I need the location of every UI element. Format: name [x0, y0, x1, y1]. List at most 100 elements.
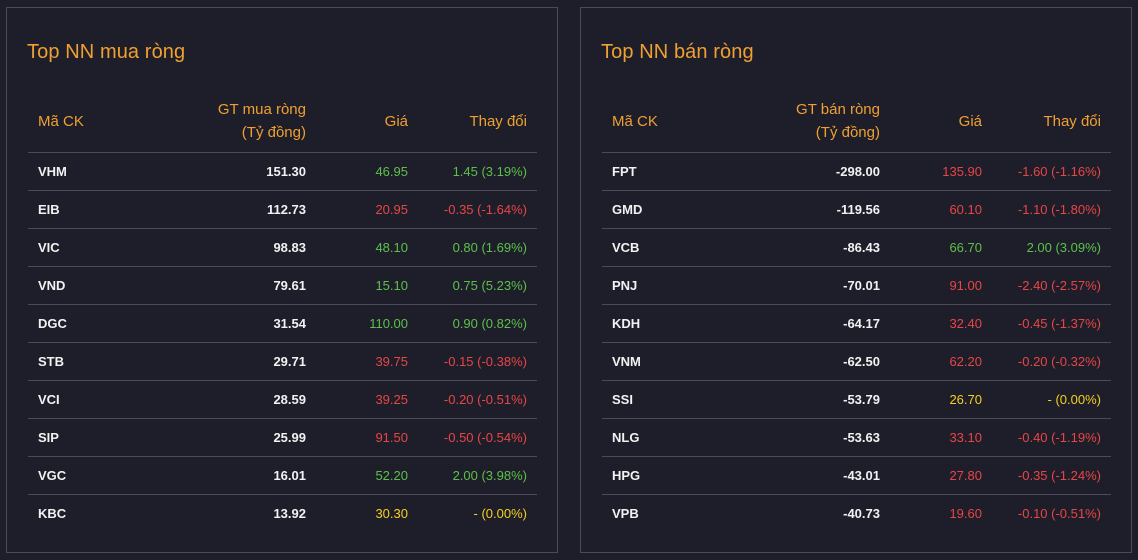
symbol-cell: GMD	[602, 190, 732, 229]
header-symbol: Mã CK	[28, 90, 158, 153]
table-row[interactable]: GMD -119.56 60.10 -1.10 (-1.80%)	[602, 190, 1111, 229]
table-row[interactable]: NLG -53.63 33.10 -0.40 (-1.19%)	[602, 418, 1111, 457]
header-price: Giá	[890, 90, 992, 153]
symbol-cell: VHM	[28, 152, 158, 191]
change-cell: -2.40 (-2.57%)	[992, 266, 1111, 305]
table-row[interactable]: KBC 13.92 30.30 - (0.00%)	[28, 495, 537, 533]
symbol-cell: STB	[28, 342, 158, 381]
price-cell: 48.10	[316, 228, 418, 267]
price-cell: 39.75	[316, 342, 418, 381]
price-cell: 66.70	[890, 228, 992, 267]
price-cell: 52.20	[316, 456, 418, 495]
price-cell: 110.00	[316, 304, 418, 343]
table-row[interactable]: FPT -298.00 135.90 -1.60 (-1.16%)	[602, 152, 1111, 191]
header-symbol: Mã CK	[602, 90, 732, 153]
header-value-line2: (Tỷ đồng)	[241, 124, 306, 141]
table-row[interactable]: DGC 31.54 110.00 0.90 (0.82%)	[28, 304, 537, 343]
change-cell: - (0.00%)	[473, 506, 527, 521]
symbol-cell: VCB	[602, 228, 732, 267]
change-cell: - (0.00%)	[992, 380, 1111, 419]
change-cell: 0.75 (5.23%)	[418, 266, 537, 305]
symbol-cell: VCI	[28, 380, 158, 419]
table-row[interactable]: VGC 16.01 52.20 2.00 (3.98%)	[28, 456, 537, 495]
net-value-cell: -53.79	[732, 380, 890, 419]
change-cell: -0.35 (-1.24%)	[992, 456, 1111, 495]
net-value-cell: 79.61	[158, 266, 316, 305]
price-cell: 27.80	[890, 456, 992, 495]
change-cell: 0.80 (1.69%)	[418, 228, 537, 267]
symbol-cell: KDH	[602, 304, 732, 343]
table-header-row: Mã CK GT bán ròng (Tỷ đồng) Giá Thay đổi	[602, 90, 1111, 153]
top-foreign-net-buy-panel: Top NN mua ròng Mã CK GT mua ròng (Tỷ đồn…	[6, 7, 558, 553]
net-value-cell: 29.71	[158, 342, 316, 381]
symbol-cell: VND	[28, 266, 158, 305]
change-cell: 2.00 (3.98%)	[418, 456, 537, 495]
net-value-cell: 13.92	[273, 506, 306, 521]
table-row[interactable]: STB 29.71 39.75 -0.15 (-0.38%)	[28, 342, 537, 381]
net-value-cell: -298.00	[732, 152, 890, 191]
price-cell: 15.10	[316, 266, 418, 305]
header-net-sell-value: GT bán ròng (Tỷ đồng)	[732, 90, 890, 153]
net-value-cell: -119.56	[732, 190, 890, 229]
net-sell-table: Mã CK GT bán ròng (Tỷ đồng) Giá Thay đổi …	[602, 90, 1111, 532]
header-value-line2: (Tỷ đồng)	[815, 124, 880, 141]
net-value-cell: 112.73	[158, 190, 316, 229]
symbol-cell: VIC	[28, 228, 158, 267]
table-row[interactable]: VHM 151.30 46.95 1.45 (3.19%)	[28, 152, 537, 191]
change-cell: 2.00 (3.09%)	[992, 228, 1111, 267]
change-cell: -0.45 (-1.37%)	[992, 304, 1111, 343]
price-cell: 19.60	[949, 506, 982, 521]
symbol-cell: PNJ	[602, 266, 732, 305]
net-value-cell: 151.30	[158, 152, 316, 191]
top-foreign-net-sell-panel: Top NN bán ròng Mã CK GT bán ròng (Tỷ đồn…	[580, 7, 1132, 553]
net-value-cell: -53.63	[732, 418, 890, 457]
price-cell: 46.95	[316, 152, 418, 191]
change-cell: -0.35 (-1.64%)	[418, 190, 537, 229]
table-row[interactable]: VCI 28.59 39.25 -0.20 (-0.51%)	[28, 380, 537, 419]
symbol-cell: KBC	[38, 506, 67, 521]
net-value-cell: -43.01	[732, 456, 890, 495]
price-cell: 26.70	[890, 380, 992, 419]
change-cell: -0.15 (-0.38%)	[418, 342, 537, 381]
net-value-cell: -86.43	[732, 228, 890, 267]
header-change: Thay đổi	[418, 90, 537, 153]
table-row[interactable]: VCB -86.43 66.70 2.00 (3.09%)	[602, 228, 1111, 267]
change-cell: -1.10 (-1.80%)	[992, 190, 1111, 229]
header-value-line1: GT bán ròng	[796, 101, 880, 118]
table-row[interactable]: KDH -64.17 32.40 -0.45 (-1.37%)	[602, 304, 1111, 343]
table-row[interactable]: VND 79.61 15.10 0.75 (5.23%)	[28, 266, 537, 305]
table-row[interactable]: SIP 25.99 91.50 -0.50 (-0.54%)	[28, 418, 537, 457]
table-row[interactable]: SSI -53.79 26.70- (0.00%)	[602, 380, 1111, 419]
table-row[interactable]: VPB -40.73 19.60 -0.10 (-0.51%)	[602, 495, 1111, 533]
table-row[interactable]: HPG -43.01 27.80 -0.35 (-1.24%)	[602, 456, 1111, 495]
net-value-cell: -62.50	[732, 342, 890, 381]
table-row[interactable]: EIB 112.73 20.95 -0.35 (-1.64%)	[28, 190, 537, 229]
price-cell: 32.40	[890, 304, 992, 343]
symbol-cell: NLG	[602, 418, 732, 457]
table-row[interactable]: VNM -62.50 62.20 -0.20 (-0.32%)	[602, 342, 1111, 381]
symbol-cell: DGC	[28, 304, 158, 343]
symbol-cell: VNM	[602, 342, 732, 381]
symbol-cell: FPT	[602, 152, 732, 191]
net-value-cell: 25.99	[158, 418, 316, 457]
table-row[interactable]: VIC 98.83 48.10 0.80 (1.69%)	[28, 228, 537, 267]
price-cell: 33.10	[890, 418, 992, 457]
symbol-cell: SIP	[28, 418, 158, 457]
price-cell: 30.30	[375, 506, 408, 521]
net-value-cell: -40.73	[843, 506, 880, 521]
panel-title: Top NN mua ròng	[27, 41, 186, 63]
symbol-cell: SSI	[602, 380, 732, 419]
change-cell: -0.50 (-0.54%)	[418, 418, 537, 457]
panel-title: Top NN bán ròng	[601, 41, 754, 63]
table-row[interactable]: PNJ -70.01 91.00 -2.40 (-2.57%)	[602, 266, 1111, 305]
change-cell: -0.20 (-0.51%)	[418, 380, 537, 419]
price-cell: 62.20	[890, 342, 992, 381]
change-cell: 0.90 (0.82%)	[418, 304, 537, 343]
net-value-cell: -70.01	[732, 266, 890, 305]
net-value-cell: -64.17	[732, 304, 890, 343]
symbol-cell: VGC	[28, 456, 158, 495]
header-net-buy-value: GT mua ròng (Tỷ đồng)	[158, 90, 316, 153]
price-cell: 20.95	[316, 190, 418, 229]
change-cell: -0.20 (-0.32%)	[992, 342, 1111, 381]
price-cell: 60.10	[890, 190, 992, 229]
